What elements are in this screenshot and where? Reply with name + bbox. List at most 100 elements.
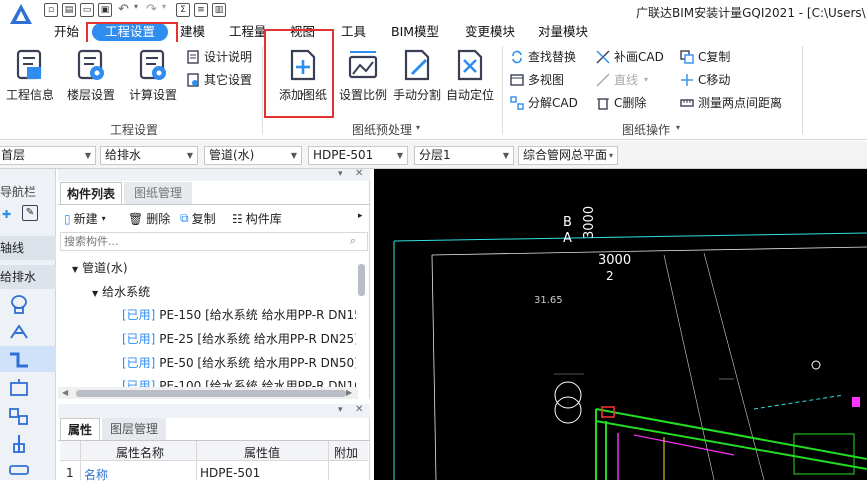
nav-section-plumbing[interactable]: 给排水: [0, 265, 56, 289]
list-item[interactable]: [已用] PE-150 [给水系统 给水用PP-R DN15: [122, 306, 356, 323]
line-dropdown-icon[interactable]: ▾: [644, 75, 648, 84]
nav-connector-icon[interactable]: [6, 432, 32, 456]
project-info-button[interactable]: 工程信息: [4, 48, 56, 103]
scroll-left-icon[interactable]: ◀: [62, 388, 68, 397]
nav-add-icon[interactable]: ✚: [2, 208, 11, 221]
tab-component-list[interactable]: 构件列表: [60, 182, 122, 204]
table-header-row: [60, 441, 368, 461]
c-copy-button[interactable]: C复制: [680, 48, 730, 65]
list-item-text: PE-25 [给水系统 给水用PP-R DN25]: [159, 332, 356, 346]
line-button[interactable]: 直线 ▾: [596, 71, 648, 88]
tab-drawing-management[interactable]: 图纸管理: [124, 182, 192, 204]
used-tag: [已用]: [122, 379, 156, 387]
axis-label-a: A: [563, 231, 572, 246]
sum-icon[interactable]: Σ: [176, 3, 190, 17]
list-item[interactable]: [已用] PE-100 [给水系统 给水用PP-R DN10: [122, 377, 356, 387]
design-notes-button[interactable]: 设计说明: [186, 48, 252, 65]
app-logo-icon: [10, 4, 32, 24]
floor-settings-button[interactable]: 楼层设置: [64, 48, 118, 103]
group-label-drawing-ops: 图纸操作: [622, 123, 671, 137]
discipline-select[interactable]: 给排水 ▼: [100, 146, 198, 165]
open-folder-icon[interactable]: ▤: [62, 3, 76, 17]
menu-quantity[interactable]: 工程量: [229, 22, 267, 42]
auto-locate-label: 自动定位: [445, 88, 494, 102]
copy-component-button[interactable]: ⧉ 复制: [180, 210, 216, 227]
chevron-down-icon: ▾: [101, 214, 106, 223]
find-replace-button[interactable]: 查找替换: [510, 48, 576, 65]
menu-bim-model[interactable]: BIM模型: [391, 22, 439, 42]
nav-section-axis[interactable]: 轴线: [0, 236, 56, 260]
nav-edit-icon[interactable]: ✎: [22, 205, 38, 221]
search-input[interactable]: [60, 232, 368, 251]
property-name: 名称: [84, 468, 109, 482]
multi-view-button[interactable]: 多视图: [510, 71, 564, 88]
save-icon[interactable]: ▣: [98, 3, 112, 17]
delete-component-button[interactable]: 🗑 删除: [128, 210, 170, 227]
horizontal-scrollbar-thumb[interactable]: [76, 390, 346, 397]
nav-sanitary-icon[interactable]: [6, 292, 32, 316]
set-scale-button[interactable]: 设置比例: [336, 48, 390, 103]
chart-icon[interactable]: ▥: [212, 3, 226, 17]
calc-settings-button[interactable]: 计算设置: [126, 48, 180, 103]
nav-pump-icon[interactable]: [6, 376, 32, 400]
new-component-button[interactable]: ▯ 新建 ▾: [64, 210, 106, 227]
folder-icon[interactable]: ▭: [80, 3, 94, 17]
nav-pipe-icon[interactable]: [6, 348, 32, 372]
menu-tools[interactable]: 工具: [341, 22, 366, 42]
other-settings-icon: [187, 72, 199, 87]
tab-properties[interactable]: 属性: [60, 418, 100, 440]
manual-split-button[interactable]: 手动分割: [390, 48, 444, 103]
measure-distance-button[interactable]: 测量两点间距离: [680, 94, 782, 111]
vertical-scrollbar-thumb[interactable]: [358, 264, 365, 296]
toolbar-more-icon[interactable]: ▸: [358, 211, 363, 221]
c-move-button[interactable]: C移动: [680, 71, 730, 88]
draw-cad-label: 补画CAD: [614, 50, 664, 64]
other-settings-button[interactable]: 其它设置: [186, 71, 252, 88]
axis-label-b: B: [563, 215, 572, 230]
material-select[interactable]: HDPE-501 ▼: [308, 146, 408, 165]
list-item[interactable]: [已用] PE-50 [给水系统 给水用PP-R DN50]: [122, 354, 356, 371]
tree-node-pipe[interactable]: ▼ 管道(水): [72, 259, 128, 276]
add-drawing-dropdown-icon[interactable]: ▾: [300, 90, 304, 99]
manual-split-label: 手动分割: [392, 88, 441, 102]
close-icon[interactable]: ✕: [355, 404, 363, 415]
trash-icon: [597, 97, 609, 110]
drawing-select[interactable]: 综合管网总平面 ▾: [518, 146, 618, 165]
panel-pin-icon[interactable]: ▾: [338, 405, 343, 415]
auto-locate-button[interactable]: 自动定位: [443, 48, 497, 103]
explode-cad-icon: [510, 95, 524, 110]
redo-icon[interactable]: ↷: [146, 2, 157, 17]
group-drawing-expand-icon[interactable]: ▾: [416, 123, 420, 132]
component-library-button[interactable]: ☷ 构件库: [232, 210, 282, 227]
tree-node-water-supply[interactable]: ▼ 给水系统: [92, 283, 150, 300]
draw-cad-button[interactable]: 补画CAD: [596, 48, 664, 65]
column-header-extra: 附加: [334, 446, 359, 460]
nav-valve-icon[interactable]: [6, 320, 32, 344]
report-icon[interactable]: ≡: [194, 3, 208, 17]
redo-dropdown-icon[interactable]: ▾: [162, 2, 166, 11]
menu-modeling[interactable]: 建模: [180, 22, 205, 42]
layer-select[interactable]: 分层1 ▼: [414, 146, 514, 165]
property-value[interactable]: HDPE-501: [200, 466, 260, 480]
type-select[interactable]: 管道(水) ▼: [204, 146, 302, 165]
design-notes-label: 设计说明: [204, 50, 253, 64]
dimension-label: 3000: [582, 205, 597, 239]
floor-select[interactable]: 首层 ▼: [0, 146, 96, 165]
undo-icon[interactable]: ↶: [118, 2, 129, 17]
c-delete-button[interactable]: C删除: [596, 94, 646, 111]
new-doc-icon[interactable]: ▫: [44, 3, 58, 17]
menu-start[interactable]: 开始: [54, 22, 79, 42]
tab-layer-management[interactable]: 图层管理: [102, 418, 166, 440]
undo-dropdown-icon[interactable]: ▾: [134, 2, 138, 11]
menu-compare-module[interactable]: 对量模块: [538, 22, 588, 42]
nav-fitting-icon[interactable]: [6, 404, 32, 428]
close-icon[interactable]: ✕: [355, 168, 363, 179]
list-item[interactable]: [已用] PE-25 [给水系统 给水用PP-R DN25]: [122, 330, 356, 347]
explode-cad-button[interactable]: 分解CAD: [510, 94, 578, 111]
panel-pin-icon[interactable]: ▾: [338, 169, 343, 179]
menu-change-module[interactable]: 变更模块: [465, 22, 515, 42]
cad-canvas[interactable]: B A 3000 3000 2 31.65: [374, 169, 867, 480]
scroll-right-icon[interactable]: ▶: [346, 388, 352, 397]
nav-sleeve-icon[interactable]: [6, 458, 32, 482]
group-ops-expand-icon[interactable]: ▾: [676, 123, 680, 132]
